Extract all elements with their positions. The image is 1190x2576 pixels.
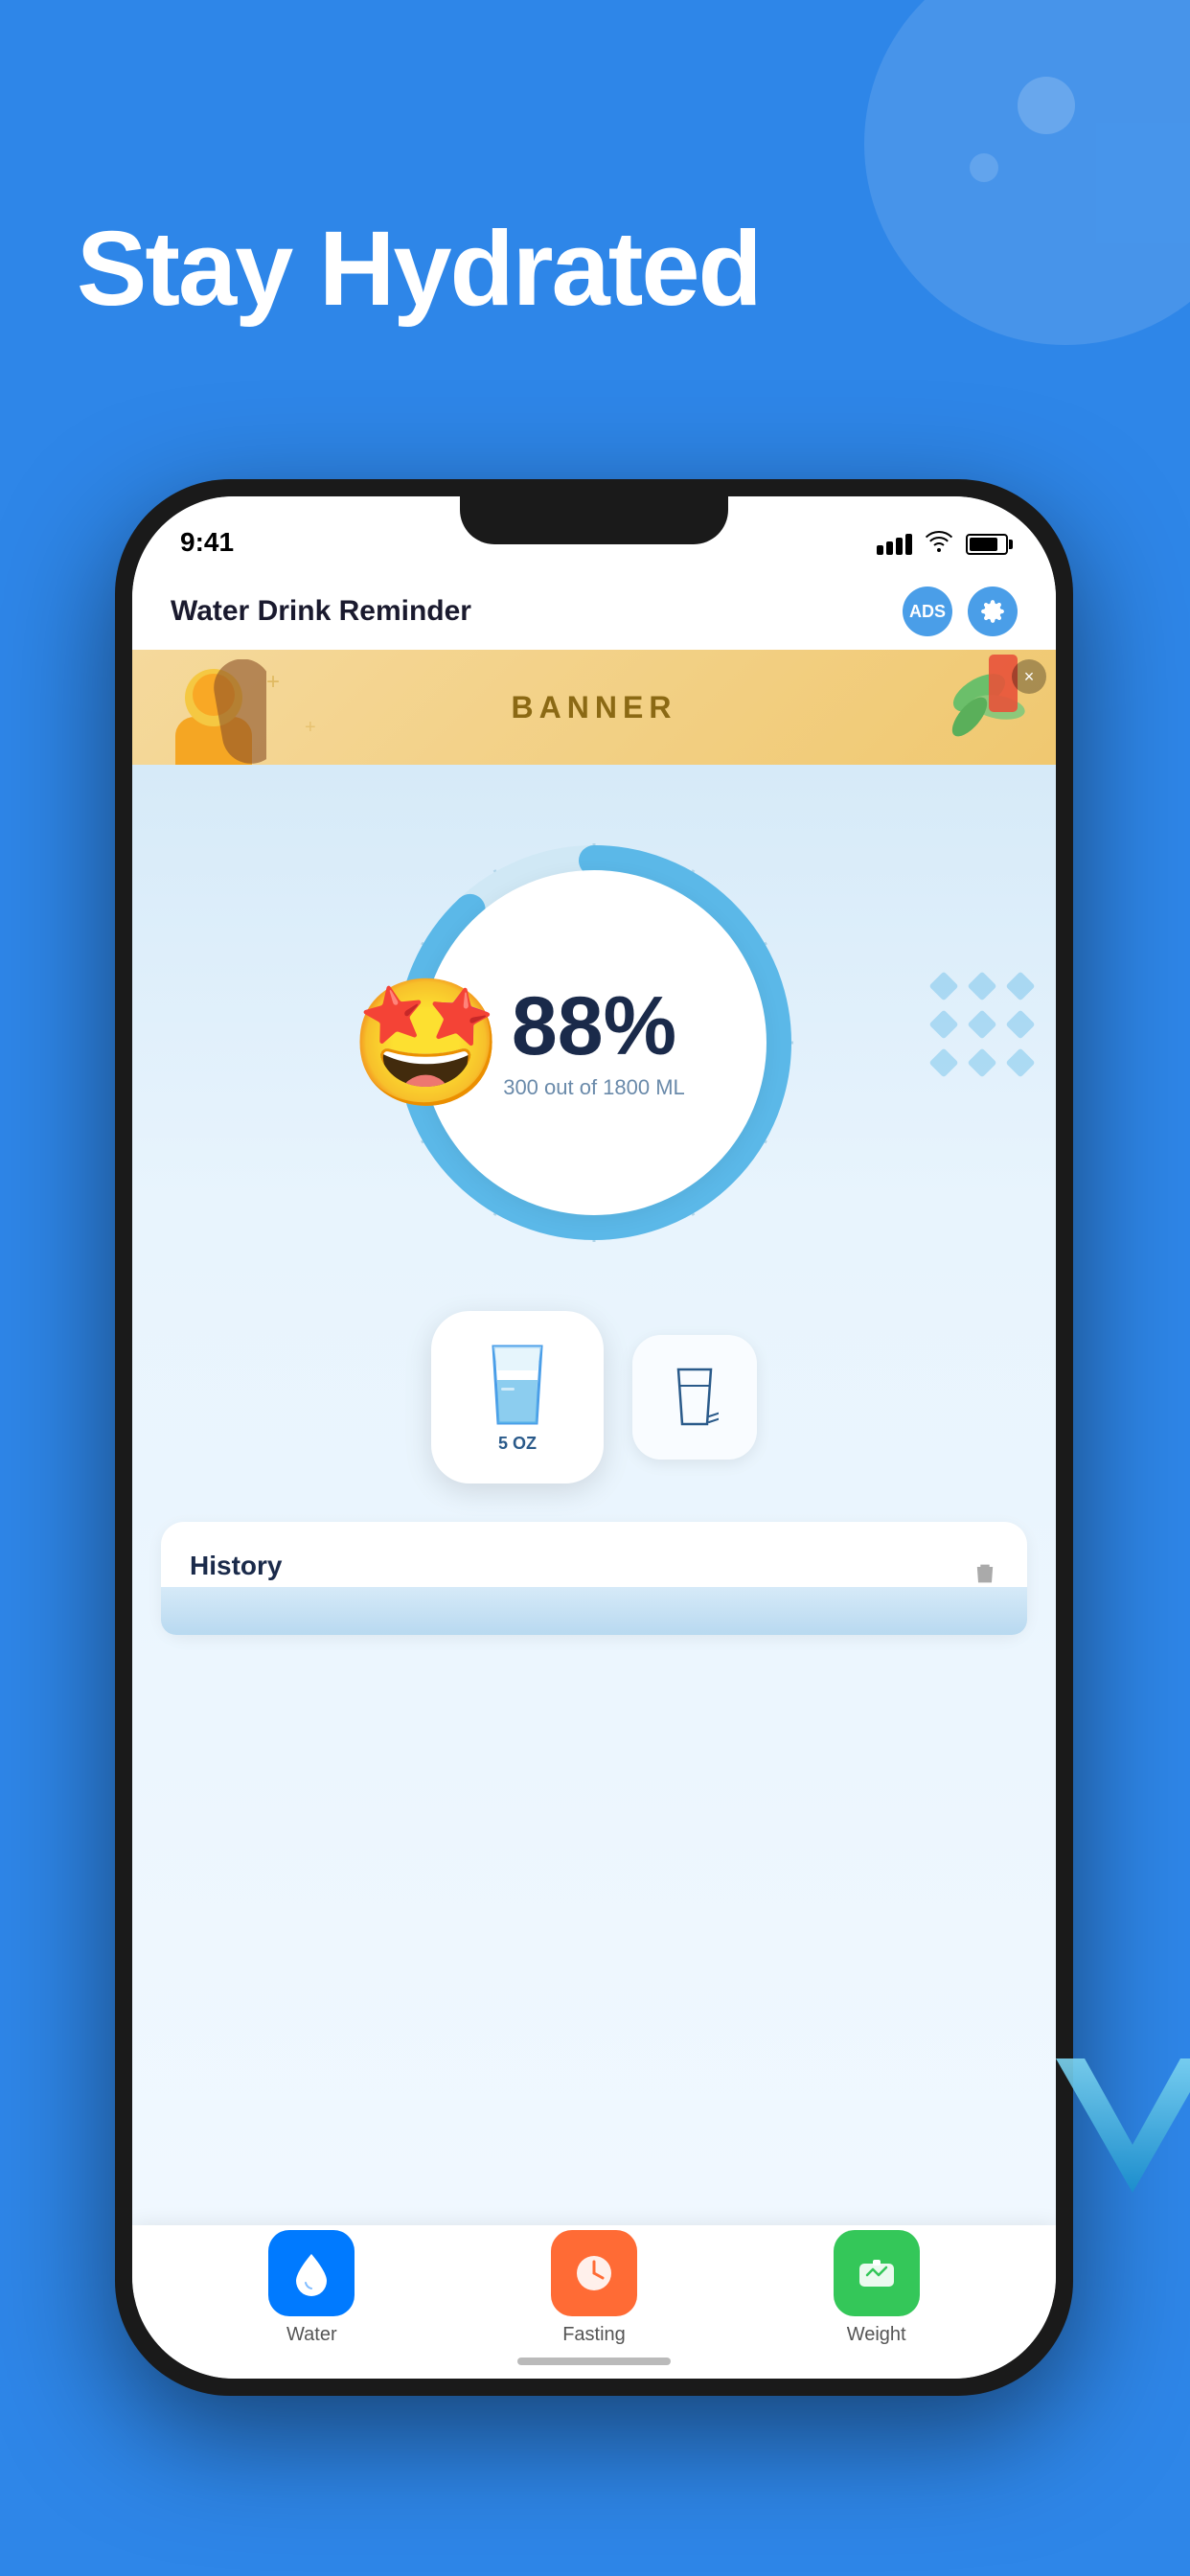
battery-icon <box>966 534 1008 555</box>
primary-drink-button[interactable]: 5 OZ <box>431 1311 604 1484</box>
tab-water[interactable]: Water <box>268 2230 355 2346</box>
tab-water-icon-wrap <box>268 2230 355 2316</box>
settings-button[interactable] <box>968 586 1018 636</box>
phone-mockup: 9:41 Wat <box>115 479 1073 2396</box>
tab-weight-icon-wrap <box>834 2230 920 2316</box>
tab-bar: Water Fasting <box>132 2225 1056 2379</box>
app-header: Water Drink Reminder ADS <box>132 573 1056 650</box>
phone-notch <box>460 496 728 544</box>
main-content: 🤩 <box>132 765 1056 2225</box>
custom-drink-icon <box>671 1367 719 1429</box>
app-title: Water Drink Reminder <box>171 595 471 628</box>
drink-buttons-section: 5 OZ <box>132 1311 1056 1484</box>
progress-detail: 300 out of 1800 ML <box>503 1075 685 1100</box>
wifi-icon <box>926 531 952 558</box>
phone-screen: 9:41 Wat <box>132 496 1056 2379</box>
bg-decoration-small <box>1018 77 1075 134</box>
banner-leaves <box>922 655 1027 765</box>
banner-close-button[interactable]: × <box>1012 659 1046 694</box>
tab-fasting[interactable]: Fasting <box>551 2230 637 2346</box>
secondary-drink-button[interactable] <box>632 1335 757 1460</box>
hero-title: Stay Hydrated <box>77 211 761 327</box>
tab-water-label: Water <box>286 2324 337 2346</box>
bg-decoration-tiny <box>970 153 998 182</box>
phone-frame: 9:41 Wat <box>115 479 1073 2396</box>
header-icons: ADS <box>903 586 1018 636</box>
scale-icon <box>854 2250 900 2296</box>
tab-fasting-label: Fasting <box>562 2324 626 2346</box>
signal-icon <box>877 534 912 555</box>
progress-circle-container: 🤩 <box>374 822 814 1263</box>
tab-weight[interactable]: Weight <box>834 2230 920 2346</box>
water-drop-icon <box>288 2250 334 2296</box>
water-glass-icon-large <box>484 1342 551 1428</box>
clock-icon <box>571 2250 617 2296</box>
home-indicator <box>517 2358 671 2365</box>
history-wave <box>161 1587 1027 1635</box>
status-time: 9:41 <box>180 527 234 558</box>
tab-weight-label: Weight <box>847 2324 906 2346</box>
ads-button[interactable]: ADS <box>903 586 952 636</box>
primary-drink-oz-label: 5 OZ <box>498 1434 537 1454</box>
banner-girl <box>161 659 266 765</box>
history-title: History <box>190 1551 282 1581</box>
status-icons <box>877 531 1008 558</box>
history-section: History <box>161 1522 1027 1635</box>
banner-ad: + + BANNER × <box>132 650 1056 765</box>
progress-percent: 88% <box>512 985 676 1068</box>
diamond-decorations <box>933 976 1037 1079</box>
v-logo <box>1037 2039 1190 2231</box>
bg-decoration-large <box>864 0 1190 345</box>
tab-fasting-icon-wrap <box>551 2230 637 2316</box>
progress-section: 🤩 <box>132 765 1056 1263</box>
emoji-badge: 🤩 <box>345 961 508 1124</box>
history-delete-icon[interactable] <box>972 1560 998 1587</box>
banner-text: BANNER <box>512 690 677 725</box>
